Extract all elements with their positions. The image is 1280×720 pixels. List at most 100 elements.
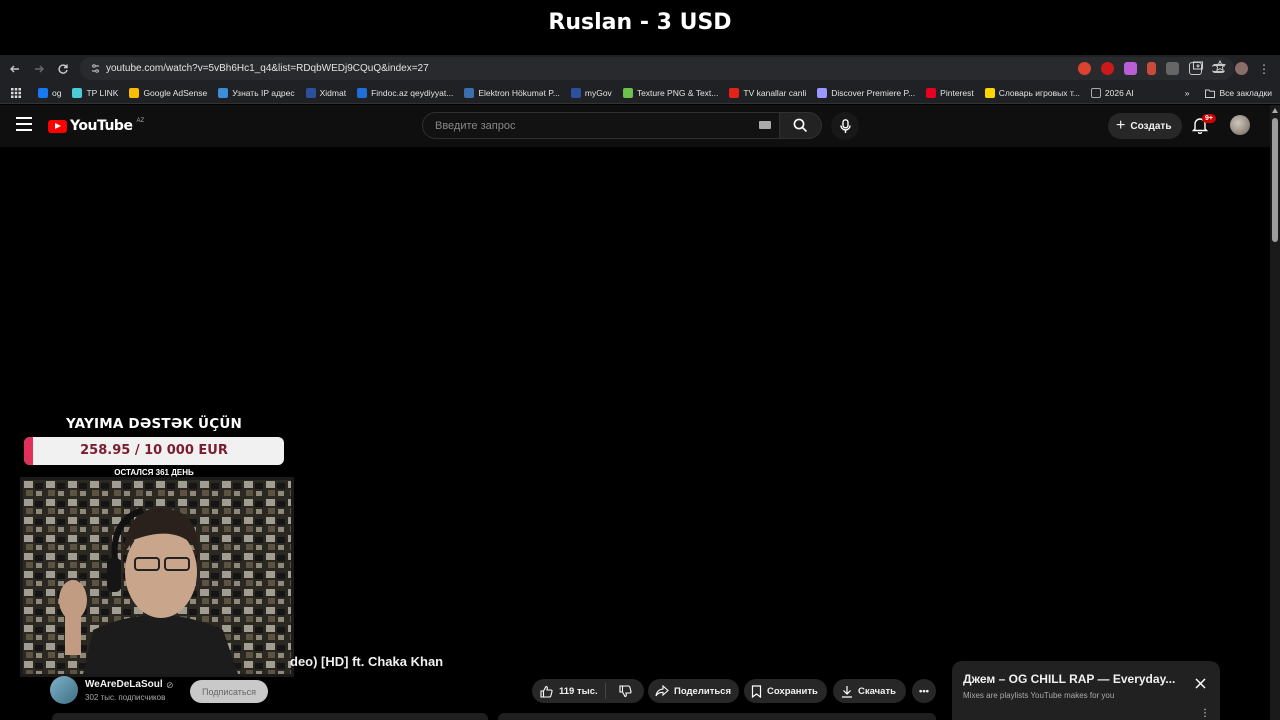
- bookmark-label: Узнать IP адрес: [232, 87, 295, 98]
- bookmark-favicon-icon: [817, 87, 828, 98]
- scroll-up-icon[interactable]: [1272, 108, 1278, 113]
- search-placeholder: Введите запрос: [435, 119, 516, 132]
- extension-icon[interactable]: [1124, 62, 1137, 75]
- bookmark-label: Xidmat: [319, 87, 347, 98]
- back-arrow-icon[interactable]: [3, 55, 27, 82]
- save-label: Сохранить: [767, 685, 818, 697]
- mix-title[interactable]: Джем – OG CHILL RAP — Everyday...: [963, 672, 1183, 686]
- bookmark-favicon-icon: [464, 87, 475, 98]
- apps-grid-icon[interactable]: [2, 87, 30, 98]
- keyboard-icon[interactable]: [759, 121, 771, 129]
- account-avatar[interactable]: [1230, 115, 1250, 135]
- site-info-icon[interactable]: [84, 63, 106, 74]
- all-bookmarks-folder[interactable]: Все закладки: [1205, 88, 1272, 98]
- scrollbar-thumb[interactable]: [1272, 118, 1278, 242]
- channel-avatar[interactable]: [50, 676, 78, 704]
- more-bookmarks-icon[interactable]: »: [1185, 88, 1190, 98]
- create-button[interactable]: + Создать: [1108, 113, 1183, 139]
- bookmark-favicon-icon: [129, 87, 140, 98]
- close-icon[interactable]: [1195, 678, 1206, 689]
- donation-progress-bar: 258.95 / 10 000 EUR: [24, 437, 284, 465]
- share-button[interactable]: Поделиться: [648, 679, 739, 703]
- donation-days-left: ОСТАЛСЯ 361 ДЕНЬ: [114, 468, 194, 477]
- donation-title: YAYIMA DƏSTƏK ÜÇÜN: [66, 416, 242, 432]
- subscribe-button[interactable]: Подписаться: [190, 680, 268, 703]
- description-card: [498, 713, 936, 720]
- all-bookmarks-label: Все закладки: [1219, 88, 1272, 98]
- browser-menu-icon[interactable]: ⋮: [1258, 62, 1270, 76]
- bookmark-icon: [751, 684, 762, 698]
- bookmark-item[interactable]: Pinterest: [926, 87, 974, 98]
- bookmark-label: Pinterest: [940, 87, 974, 98]
- bookmark-item[interactable]: Google AdSense: [129, 87, 208, 98]
- bookmark-favicon-icon: [570, 87, 581, 98]
- extension-icon[interactable]: [1166, 62, 1179, 75]
- bookmark-item[interactable]: Xidmat: [305, 87, 347, 98]
- search-input[interactable]: Введите запрос: [422, 112, 780, 139]
- like-button[interactable]: 119 тыс.: [532, 683, 606, 699]
- bookmark-favicon-icon: [38, 87, 48, 98]
- plus-icon: +: [1116, 117, 1126, 134]
- bookmark-label: Google AdSense: [143, 87, 208, 98]
- menu-icon[interactable]: [16, 117, 32, 131]
- bookmark-favicon-icon: [72, 87, 83, 98]
- bookmark-item[interactable]: Findoc.az qeydiyyat...: [357, 87, 453, 98]
- video-title: deo) [HD] ft. Chaka Khan: [290, 654, 444, 669]
- bookmark-favicon-icon: [984, 87, 995, 98]
- download-label: Скачать: [858, 685, 896, 697]
- bookmark-item[interactable]: og: [38, 87, 62, 98]
- stream-overlay-header: Ruslan - 3 USD: [0, 0, 1280, 55]
- thumbs-down-icon: [618, 684, 632, 697]
- puzzle-icon[interactable]: [1189, 62, 1202, 75]
- bookmark-item[interactable]: Словарь игровых т...: [984, 87, 1080, 98]
- save-button[interactable]: Сохранить: [744, 679, 827, 703]
- bookmark-label: Словарь игровых т...: [998, 87, 1080, 98]
- download-button[interactable]: Скачать: [833, 679, 906, 703]
- forward-arrow-icon[interactable]: [27, 55, 51, 82]
- mix-subtitle: Mixes are playlists YouTube makes for yo…: [963, 691, 1115, 700]
- channel-name[interactable]: WeAreDeLaSoul: [85, 679, 163, 690]
- bookmark-label: TV kanallar canli: [743, 87, 807, 98]
- webcam-feed: [20, 477, 294, 677]
- dislike-button[interactable]: [606, 684, 644, 698]
- extension-icon[interactable]: [1101, 62, 1114, 75]
- verified-icon: ⊘: [166, 680, 174, 690]
- bookmark-item[interactable]: myGov: [570, 87, 612, 98]
- mix-more-icon[interactable]: ⋮: [1200, 708, 1210, 719]
- more-actions-icon[interactable]: •••: [912, 679, 936, 703]
- bookmark-item[interactable]: TP LINK: [72, 87, 118, 98]
- streamer-webcam-image: [23, 480, 291, 674]
- bookmark-favicon-icon: [305, 87, 316, 98]
- media-control-icon[interactable]: [1212, 64, 1225, 73]
- extension-icon[interactable]: [1147, 62, 1156, 75]
- bookmark-item[interactable]: TV kanallar canli: [729, 87, 807, 98]
- search-bar: Введите запрос: [422, 112, 822, 139]
- extensions-row: ⋮: [1078, 55, 1270, 82]
- bookmark-label: Elektron Hökumət P...: [478, 87, 560, 98]
- bookmark-item[interactable]: Texture PNG & Text...: [622, 87, 719, 98]
- thumbs-up-icon: [540, 685, 553, 698]
- bookmark-favicon-icon: [218, 87, 229, 98]
- share-label: Поделиться: [674, 685, 732, 697]
- bookmark-item[interactable]: 2026 AI: [1090, 87, 1134, 98]
- youtube-logo[interactable]: YouTube AZ: [48, 118, 144, 134]
- bookmark-label: Texture PNG & Text...: [636, 87, 719, 98]
- profile-avatar[interactable]: [1235, 62, 1248, 75]
- extension-icon[interactable]: [1078, 62, 1091, 75]
- youtube-logo-text: YouTube: [70, 118, 133, 134]
- bookmark-item[interactable]: Elektron Hökumət P...: [464, 87, 560, 98]
- bookmark-item[interactable]: Узнать IP адрес: [218, 87, 295, 98]
- address-bar[interactable]: youtube.com/watch?v=5vBh6Hc1_q4&list=RDq…: [80, 57, 1234, 80]
- bookmark-label: og: [52, 87, 62, 98]
- bookmark-label: myGov: [584, 87, 612, 98]
- bookmarks-bar: og TP LINK Google AdSense Узнать IP адрес Xi…: [0, 82, 1280, 104]
- bookmark-item[interactable]: Discover Premiere P...: [817, 87, 916, 98]
- voice-search-button[interactable]: [831, 112, 859, 140]
- bookmark-label: Discover Premiere P...: [831, 87, 916, 98]
- share-icon: [655, 685, 669, 697]
- search-button[interactable]: [780, 112, 822, 139]
- folder-icon: [1205, 89, 1216, 98]
- reload-icon[interactable]: [51, 55, 75, 82]
- bookmark-favicon-icon: [926, 87, 937, 98]
- search-icon: [793, 118, 808, 133]
